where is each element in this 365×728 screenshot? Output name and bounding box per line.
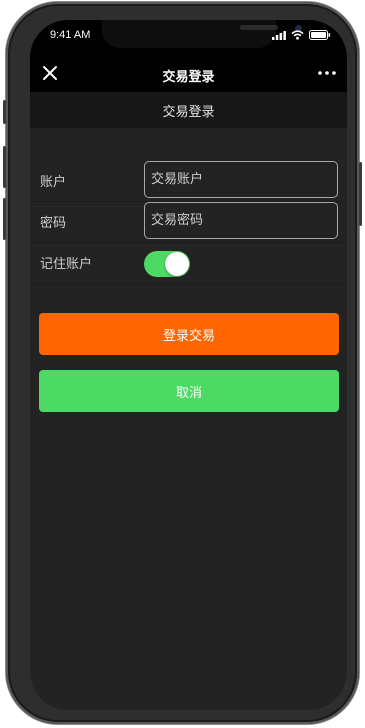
phone-volume-up-button [3,146,6,188]
password-row: 密码 [30,201,347,243]
more-icon[interactable] [318,71,336,75]
login-button[interactable]: 登录交易 [39,313,339,355]
password-label: 密码 [40,216,67,231]
phone-side-button [3,100,6,124]
app-screen: 9:41 AM 交易登录 交易登录 账户 交易账户 密码 记住账户 登录交易 取… [30,20,347,710]
page-title: 交易登录 [162,105,215,120]
remember-account-toggle[interactable] [144,251,190,277]
status-bar: 9:41 AM [30,20,347,56]
remember-row: 记住账户 [30,242,347,284]
account-input[interactable] [144,161,338,198]
wifi-icon [291,30,304,40]
phone-power-button [359,162,362,226]
phone-notch [102,20,302,48]
nav-title: 交易登录 [162,70,215,85]
account-row: 账户 [30,160,347,202]
toggle-knob [165,252,189,276]
account-label: 账户 [40,175,67,190]
page-header: 交易登录 [30,92,347,128]
phone-frame: 9:41 AM 交易登录 交易登录 账户 交易账户 密码 记住账户 登录交易 取… [3,2,362,724]
signal-icon [272,30,286,40]
status-icons [272,30,331,40]
navigation-bar: 交易登录 [30,56,347,92]
status-time: 9:41 AM [50,29,91,41]
password-input[interactable] [144,202,338,239]
phone-volume-down-button [3,198,6,240]
cancel-button[interactable]: 取消 [39,370,339,412]
remember-label: 记住账户 [40,257,93,272]
battery-icon [309,30,331,40]
